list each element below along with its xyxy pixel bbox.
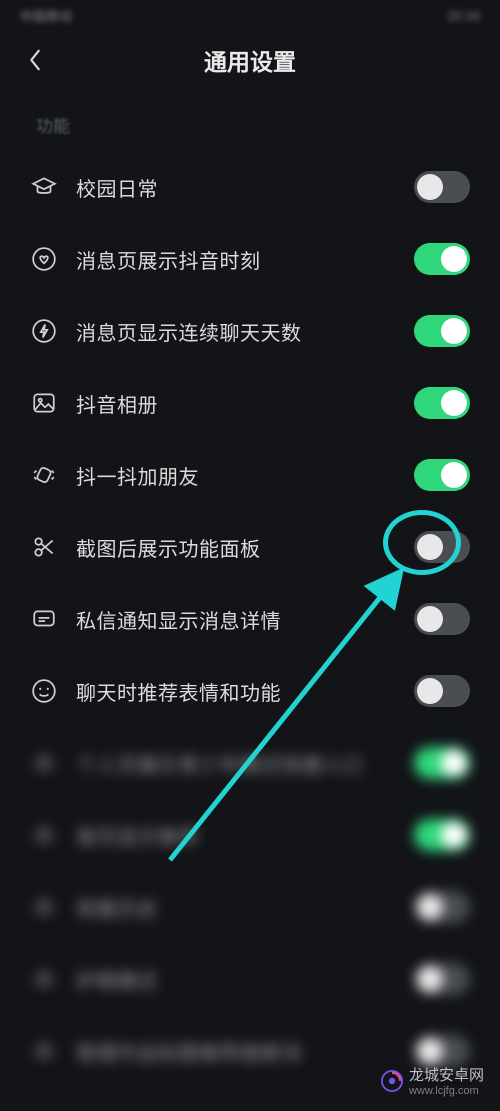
- message-icon: [30, 605, 58, 633]
- toggle-douyin-album[interactable]: [414, 387, 470, 419]
- shake-icon: [30, 461, 58, 489]
- scissors-icon: [30, 533, 58, 561]
- row-label: 消息页展示抖音时刻: [76, 245, 396, 274]
- row-blurred: 观看历史: [30, 871, 470, 943]
- watermark: 龙城安卓网 www.lcjfg.com: [381, 1064, 484, 1097]
- row-screenshot-panel: 截图后展示功能面板: [30, 511, 470, 583]
- watermark-url: www.lcjfg.com: [409, 1085, 484, 1097]
- image-icon: [30, 389, 58, 417]
- row-label: 抖一抖加朋友: [76, 461, 396, 490]
- row-label: 观看历史: [76, 893, 396, 922]
- status-carrier: 中国移动: [20, 6, 72, 25]
- blur-icon: [30, 821, 58, 849]
- row-label: 私信通知显示消息详情: [76, 605, 396, 634]
- status-time: 22:16: [447, 8, 480, 23]
- toggle-emoji-suggest[interactable]: [414, 675, 470, 707]
- row-label: 个人页展示青少年模式快捷入口: [76, 749, 396, 778]
- page-title: 通用设置: [204, 43, 296, 77]
- toggle-blurred[interactable]: [414, 891, 470, 923]
- toggle-chat-days[interactable]: [414, 315, 470, 347]
- row-emoji-suggest: 聊天时推荐表情和功能: [30, 655, 470, 727]
- status-bar: 中国移动 22:16: [0, 0, 500, 30]
- row-douyin-album: 抖音相册: [30, 367, 470, 439]
- flash-circle-icon: [30, 317, 58, 345]
- toggle-screenshot-panel[interactable]: [414, 531, 470, 563]
- toggle-douyin-moments[interactable]: [414, 243, 470, 275]
- row-label: 管理作品标题推荐搜索词: [76, 1037, 396, 1066]
- row-shake-friends: 抖一抖加朋友: [30, 439, 470, 511]
- row-label: 首页显示推荐: [76, 821, 396, 850]
- section-label: 功能: [0, 90, 500, 151]
- back-button[interactable]: [20, 45, 50, 75]
- toggle-campus-daily[interactable]: [414, 171, 470, 203]
- row-label: 抖音相册: [76, 389, 396, 418]
- row-blurred: 护眼模式: [30, 943, 470, 1015]
- blur-icon: [30, 1037, 58, 1065]
- blur-icon: [30, 965, 58, 993]
- toggle-blurred[interactable]: [414, 819, 470, 851]
- blur-icon: [30, 749, 58, 777]
- heart-circle-icon: [30, 245, 58, 273]
- row-label: 校园日常: [76, 173, 396, 202]
- row-chat-days: 消息页显示连续聊天天数: [30, 295, 470, 367]
- watermark-logo-icon: [381, 1070, 403, 1092]
- toggle-blurred[interactable]: [414, 1035, 470, 1067]
- row-dm-detail: 私信通知显示消息详情: [30, 583, 470, 655]
- settings-list: 校园日常 消息页展示抖音时刻 消息页显示连续聊天天数 抖音相册 抖一抖加朋友: [0, 151, 500, 1087]
- toggle-shake-friends[interactable]: [414, 459, 470, 491]
- row-campus-daily: 校园日常: [30, 151, 470, 223]
- smile-icon: [30, 677, 58, 705]
- graduation-cap-icon: [30, 173, 58, 201]
- row-label: 消息页显示连续聊天天数: [76, 317, 396, 346]
- toggle-dm-detail[interactable]: [414, 603, 470, 635]
- row-label: 聊天时推荐表情和功能: [76, 677, 396, 706]
- blurred-section: 个人页展示青少年模式快捷入口 首页显示推荐 观看历史 护眼模式 管理作品标题推荐…: [30, 727, 470, 1087]
- row-label: 截图后展示功能面板: [76, 533, 396, 562]
- toggle-blurred[interactable]: [414, 963, 470, 995]
- row-blurred: 个人页展示青少年模式快捷入口: [30, 727, 470, 799]
- header: 通用设置: [0, 30, 500, 90]
- row-label: 护眼模式: [76, 965, 396, 994]
- toggle-blurred[interactable]: [414, 747, 470, 779]
- chevron-left-icon: [28, 49, 42, 71]
- watermark-text: 龙城安卓网: [409, 1064, 484, 1085]
- row-blurred: 首页显示推荐: [30, 799, 470, 871]
- blur-icon: [30, 893, 58, 921]
- row-douyin-moments: 消息页展示抖音时刻: [30, 223, 470, 295]
